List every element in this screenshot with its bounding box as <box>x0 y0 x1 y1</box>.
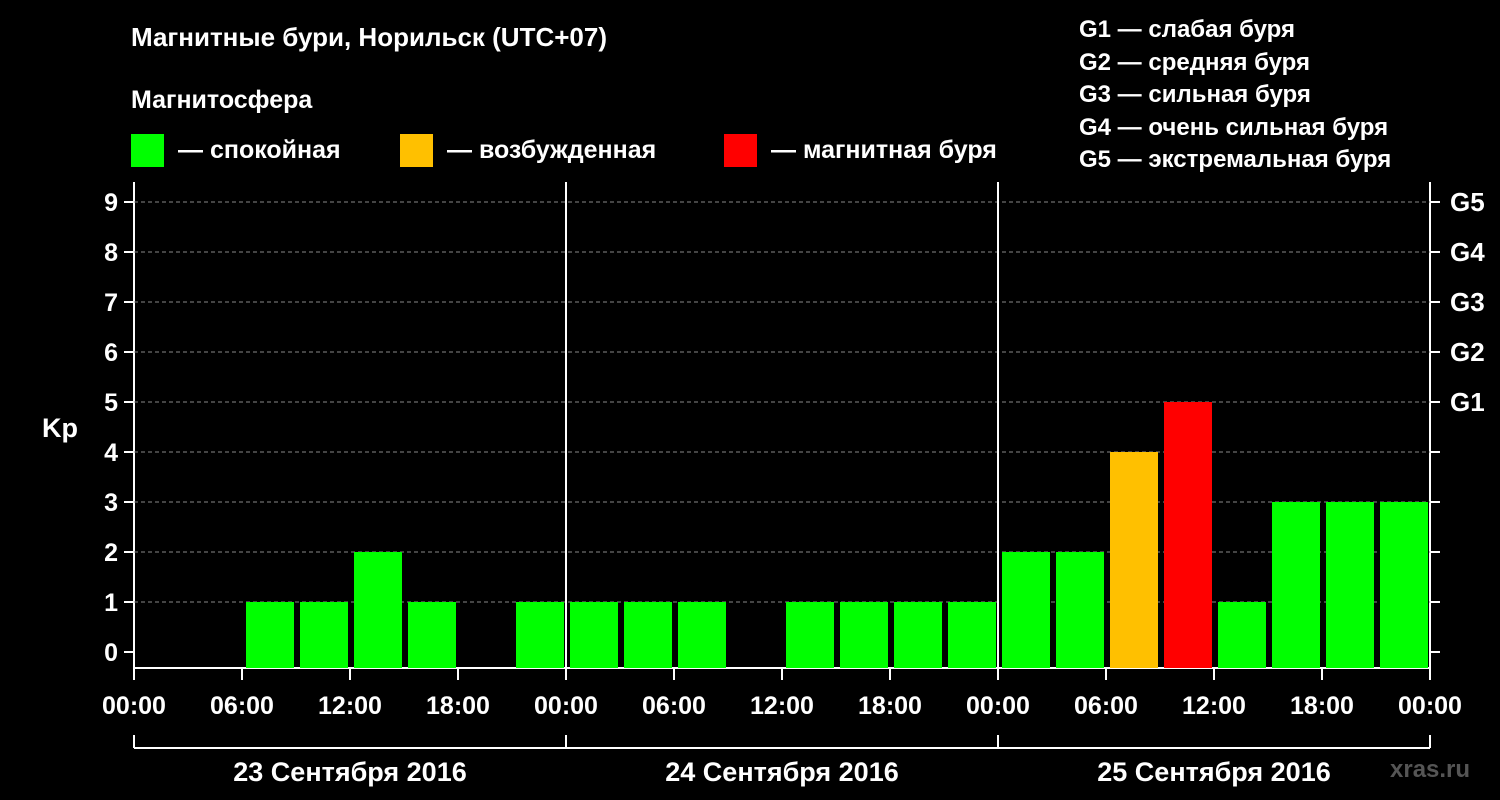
g-label-g1: G1 <box>1450 387 1485 417</box>
bar-22 <box>1326 502 1374 668</box>
x-tick-label-11: 18:00 <box>1290 692 1354 720</box>
y-tick-label-0: 0 <box>104 639 118 667</box>
day-label-2: 25 Сентября 2016 <box>1097 757 1330 787</box>
bar-14 <box>894 602 942 668</box>
kp-bar-chart: 0 1 2 3 4 5 6 7 8 9 G1 G2 G3 G4 G5 Kp 00:00 06:00 12:00 18:… <box>42 182 1485 787</box>
bar-5 <box>408 602 456 668</box>
bar-15 <box>948 602 996 668</box>
day-label-0: 23 Сентября 2016 <box>233 757 466 787</box>
y-tick-label-3: 3 <box>104 489 118 517</box>
y-tick-label-9: 9 <box>104 189 118 217</box>
bar-4 <box>354 552 402 668</box>
bar-20 <box>1218 602 1266 668</box>
bar-2 <box>246 602 294 668</box>
x-tick-label-2: 12:00 <box>318 692 382 720</box>
x-tick-label-7: 18:00 <box>858 692 922 720</box>
bar-3 <box>300 602 348 668</box>
bar-7 <box>516 602 564 668</box>
x-tick-label-6: 12:00 <box>750 692 814 720</box>
bar-21 <box>1272 502 1320 668</box>
x-tick-label-1: 06:00 <box>210 692 274 720</box>
x-tick-label-12: 00:00 <box>1398 692 1462 720</box>
y-tick-label-7: 7 <box>104 289 118 317</box>
bar-12 <box>786 602 834 668</box>
x-tick-label-10: 12:00 <box>1182 692 1246 720</box>
bar-19 <box>1164 402 1212 668</box>
bar-10 <box>678 602 726 668</box>
bar-16 <box>1002 552 1050 668</box>
watermark: xras.ru <box>1390 756 1471 783</box>
g-label-g4: G4 <box>1450 237 1485 267</box>
day-label-1: 24 Сентября 2016 <box>665 757 898 787</box>
bar-17 <box>1056 552 1104 668</box>
bar-13 <box>840 602 888 668</box>
x-tick-label-5: 06:00 <box>642 692 706 720</box>
x-tick-label-4: 00:00 <box>534 692 598 720</box>
y-tick-label-6: 6 <box>104 339 118 367</box>
bar-23 <box>1380 502 1428 668</box>
x-tick-label-3: 18:00 <box>426 692 490 720</box>
x-tick-label-9: 06:00 <box>1074 692 1138 720</box>
bar-9 <box>624 602 672 668</box>
y-tick-label-8: 8 <box>104 239 118 267</box>
g-label-g5: G5 <box>1450 187 1485 217</box>
bar-8 <box>570 602 618 668</box>
y-tick-label-2: 2 <box>104 539 118 567</box>
bar-18 <box>1110 452 1158 668</box>
y-axis-label: Kp <box>42 413 78 443</box>
g-label-g2: G2 <box>1450 337 1485 367</box>
x-tick-label-0: 00:00 <box>102 692 166 720</box>
y-tick-label-5: 5 <box>104 389 118 417</box>
x-tick-label-8: 00:00 <box>966 692 1030 720</box>
y-tick-label-4: 4 <box>104 439 118 467</box>
y-tick-label-1: 1 <box>104 589 118 617</box>
g-label-g3: G3 <box>1450 287 1485 317</box>
